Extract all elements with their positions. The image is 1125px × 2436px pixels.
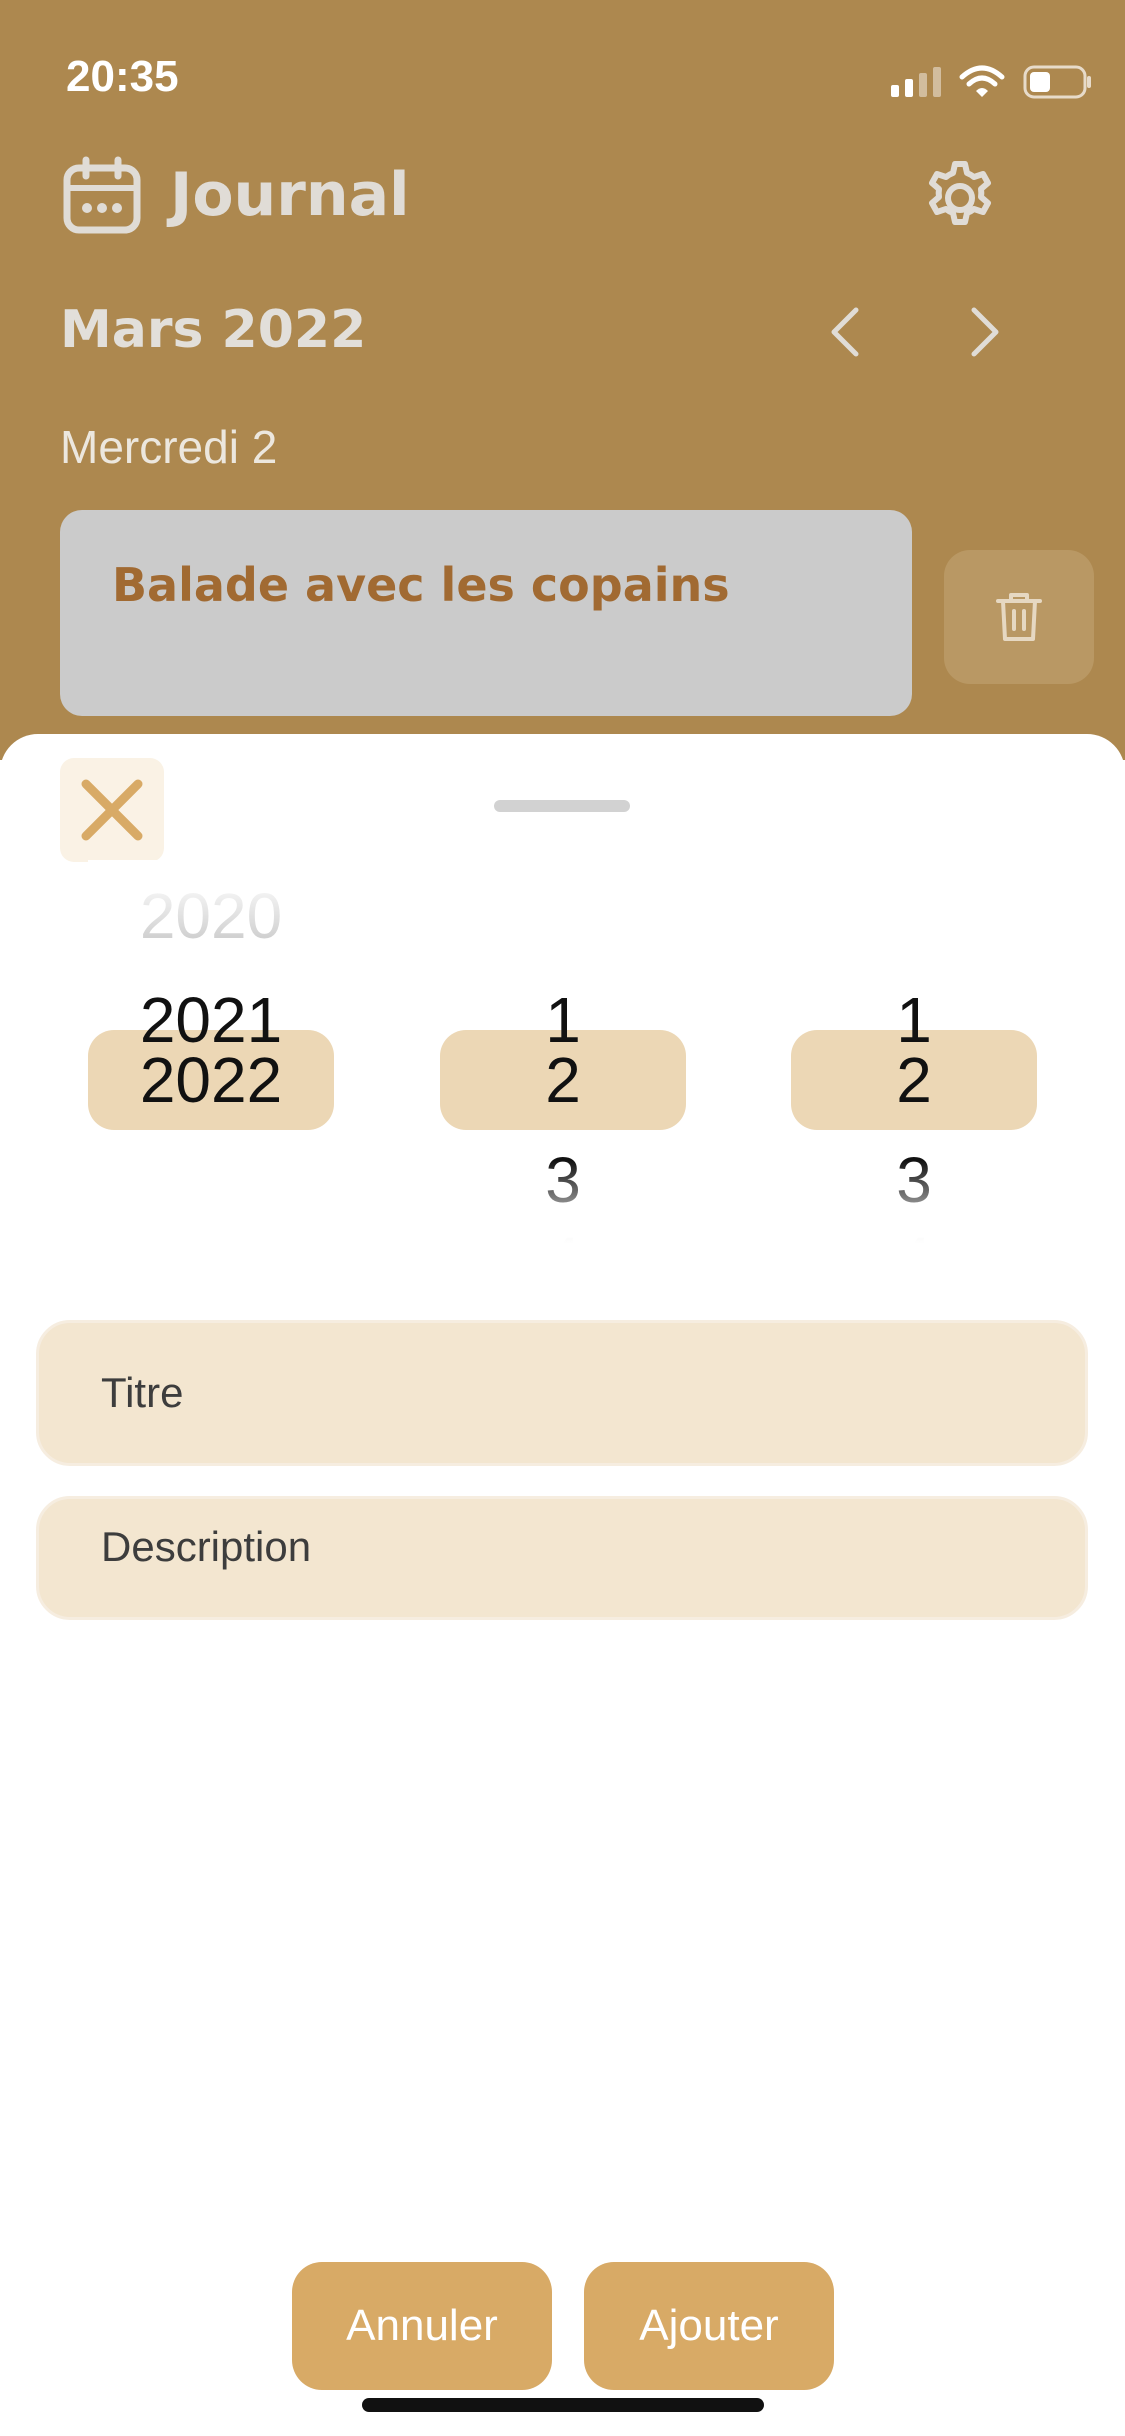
wifi-icon	[959, 65, 1005, 97]
event-card[interactable]: Balade avec les copains	[60, 510, 912, 716]
month-picker[interactable]: 1 2 3 4	[440, 860, 686, 1280]
app-title: Journal	[170, 160, 410, 230]
add-button[interactable]: Ajouter	[584, 2262, 834, 2390]
picker-item-selected[interactable]: 2	[440, 1040, 686, 1120]
status-time: 20:35	[66, 52, 179, 101]
day-label: Mercredi 2	[60, 421, 278, 473]
close-button[interactable]	[60, 758, 164, 862]
status-icons	[891, 58, 1093, 106]
gear-icon[interactable]	[920, 158, 1000, 238]
description-placeholder: Description	[101, 1523, 312, 1570]
month-label: Mars 2022	[60, 300, 367, 360]
signal-icon	[891, 67, 941, 97]
title-input[interactable]: Titre	[36, 1320, 1088, 1466]
trash-icon	[996, 593, 1042, 641]
drag-handle[interactable]	[494, 800, 630, 812]
picker-fade	[791, 1160, 1037, 1280]
picker-item-selected[interactable]: 2022	[88, 1040, 334, 1120]
year-picker[interactable]: 2020 2021 2022	[88, 860, 334, 1280]
event-title: Balade avec les copains	[112, 558, 730, 612]
chevron-right-icon[interactable]	[960, 302, 1010, 362]
battery-icon	[1023, 65, 1091, 99]
picker-item-selected[interactable]: 2	[791, 1040, 1037, 1120]
calendar-icon	[63, 156, 141, 234]
description-input[interactable]: Description	[36, 1496, 1088, 1620]
day-picker[interactable]: 1 2 3 4	[791, 860, 1037, 1280]
delete-button[interactable]	[944, 550, 1094, 684]
home-indicator	[362, 2398, 764, 2412]
chevron-left-icon[interactable]	[822, 302, 872, 362]
picker-fade	[88, 860, 334, 940]
title-placeholder: Titre	[101, 1369, 184, 1416]
close-icon	[81, 779, 143, 841]
cancel-button[interactable]: Annuler	[292, 2262, 552, 2390]
picker-fade	[440, 1160, 686, 1280]
